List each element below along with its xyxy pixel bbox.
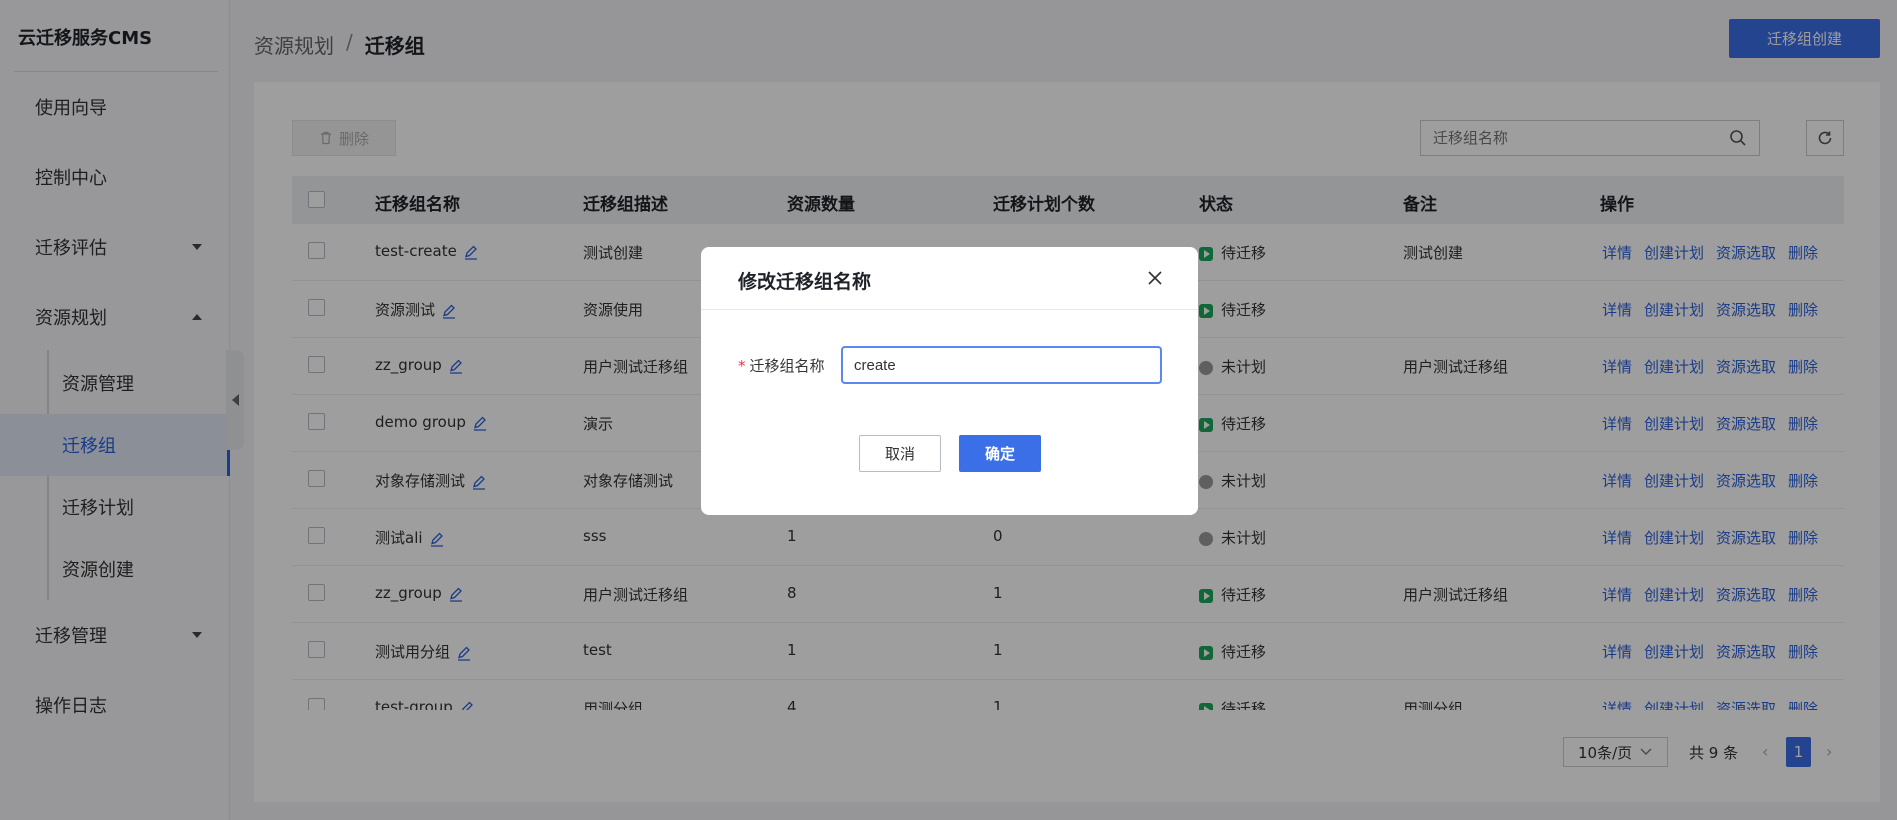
confirm-button[interactable]: 确定: [959, 435, 1041, 472]
dialog-title: 修改迁移组名称: [738, 271, 872, 293]
close-icon[interactable]: [1148, 271, 1162, 285]
field-label: * 迁移组名称: [738, 355, 825, 376]
dialog-divider: [701, 309, 1198, 310]
rename-dialog: 修改迁移组名称 *迁移组名称 取消 确定: [701, 247, 1198, 515]
required-mark: *: [738, 357, 746, 375]
field-label-text: 迁移组名称: [749, 357, 825, 375]
group-name-input[interactable]: [841, 346, 1162, 384]
cancel-button[interactable]: 取消: [859, 435, 941, 472]
